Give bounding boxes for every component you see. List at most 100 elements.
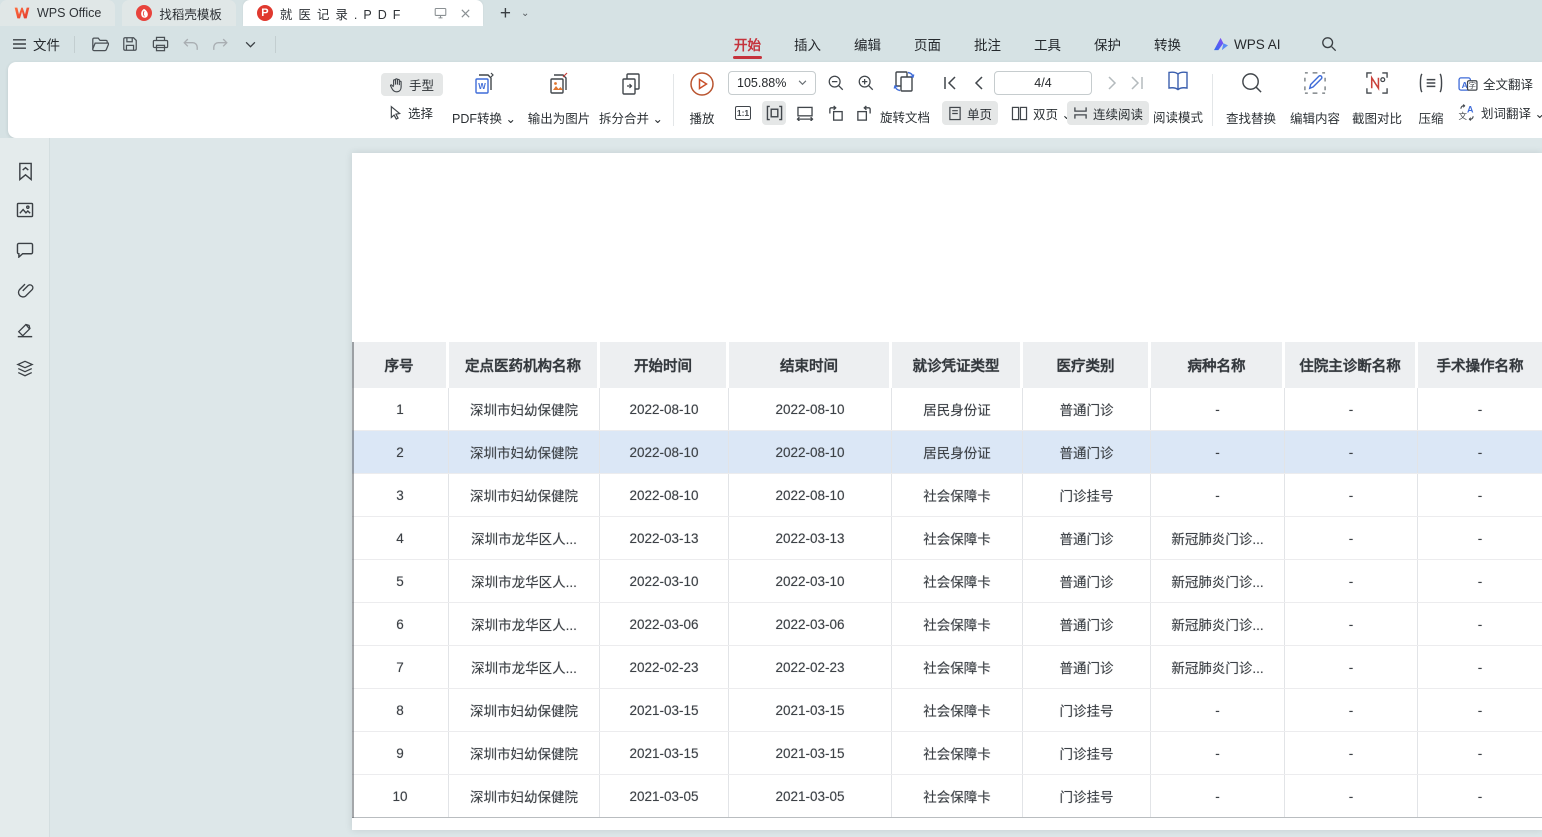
menu-edit[interactable]: 编辑 <box>853 27 882 61</box>
pdf-convert-button[interactable]: W PDF转换 ⌄ <box>446 69 522 131</box>
comment-panel-icon[interactable] <box>13 238 37 262</box>
edit-content-icon <box>1303 71 1327 95</box>
zoom-out-icon[interactable] <box>824 71 848 95</box>
zoom-in-icon[interactable] <box>854 71 878 95</box>
last-page-icon[interactable] <box>1125 71 1149 95</box>
signature-pen-icon[interactable] <box>13 317 37 341</box>
compress-button[interactable]: 压缩 <box>1408 69 1454 131</box>
hand-tool-button[interactable]: 手型 <box>381 73 443 96</box>
table-cell: - <box>1151 775 1285 817</box>
table-cell: 社会保障卡 <box>892 560 1023 602</box>
next-page-icon[interactable] <box>1100 71 1124 95</box>
table-cell: 2022-08-10 <box>600 474 729 516</box>
table-cell: 8 <box>352 689 449 731</box>
table-cell: 深圳市妇幼保健院 <box>449 775 600 817</box>
fit-height-icon[interactable] <box>762 101 786 125</box>
tab-list-chevron-icon[interactable]: ⌄ <box>521 8 529 19</box>
tab-label: 找稻壳模板 <box>159 4 222 23</box>
thumbnail-icon[interactable] <box>13 198 37 222</box>
divider <box>74 36 75 53</box>
menu-search-icon[interactable] <box>1318 33 1340 55</box>
menu-home[interactable]: 开始 <box>733 27 762 61</box>
table-cell: 2021-03-15 <box>729 689 892 731</box>
export-image-button[interactable]: 输出为图片 <box>526 69 592 131</box>
side-panel-strip <box>0 138 50 837</box>
table-header-cell: 病种名称 <box>1151 342 1285 388</box>
table-row: 1深圳市妇幼保健院2022-08-102022-08-10居民身份证普通门诊--… <box>352 388 1542 431</box>
continuous-read-button[interactable]: 连续阅读 <box>1067 101 1149 125</box>
split-merge-button[interactable]: 拆分合并 ⌄ <box>596 69 666 131</box>
menu-tools[interactable]: 工具 <box>1033 27 1062 61</box>
table-row: 9深圳市妇幼保健院2021-03-152021-03-15社会保障卡门诊挂号--… <box>352 732 1542 775</box>
actual-size-button[interactable]: 1:1 <box>731 101 755 125</box>
rotate-left-icon[interactable] <box>824 101 848 125</box>
tab-monitor-icon[interactable] <box>432 4 450 22</box>
tab-close-icon[interactable] <box>457 4 475 22</box>
svg-text:A: A <box>1462 79 1468 89</box>
table-cell: 新冠肺炎门诊... <box>1151 603 1285 645</box>
table-cell: 4 <box>352 517 449 559</box>
split-merge-icon <box>619 71 643 97</box>
table-cell: 2022-03-10 <box>729 560 892 602</box>
first-page-icon[interactable] <box>938 71 962 95</box>
rotate-right-icon[interactable] <box>852 101 876 125</box>
table-cell: 社会保障卡 <box>892 775 1023 817</box>
file-menu-button[interactable]: 文件 <box>12 34 60 54</box>
tab-wps-home[interactable]: WPS Office <box>0 0 115 26</box>
redo-icon[interactable] <box>209 33 231 55</box>
tab-document-active[interactable]: P 就医记录.PDF <box>243 0 483 26</box>
quickbar-more-chevron-icon[interactable] <box>239 33 261 55</box>
table-cell: 2022-03-06 <box>729 603 892 645</box>
undo-icon[interactable] <box>179 33 201 55</box>
export-image-icon <box>547 71 571 97</box>
save-icon[interactable] <box>119 33 141 55</box>
document-tab-title: 就医记录.PDF <box>280 4 425 23</box>
page-number-input[interactable]: 4/4 <box>994 71 1092 95</box>
menu-wps-ai[interactable]: WPS AI <box>1213 37 1281 52</box>
single-page-button[interactable]: 单页 <box>942 101 998 125</box>
prev-page-icon[interactable] <box>966 71 990 95</box>
table-cell: 新冠肺炎门诊... <box>1151 517 1285 559</box>
table-row: 10深圳市妇幼保健院2021-03-052021-03-05社会保障卡门诊挂号-… <box>352 775 1542 818</box>
tab-docer-templates[interactable]: 找稻壳模板 <box>122 0 236 26</box>
table-header-cell: 医疗类别 <box>1023 342 1151 388</box>
read-mode-label[interactable]: 阅读模式 <box>1153 107 1203 126</box>
table-cell: 新冠肺炎门诊... <box>1151 646 1285 688</box>
table-cell: 2022-03-13 <box>729 517 892 559</box>
new-tab-button[interactable]: + <box>500 4 511 23</box>
bookmark-icon[interactable] <box>13 159 37 183</box>
translate-group: A 字 全文翻译 A 文 划词翻译 ⌄ <box>1458 62 1542 138</box>
hamburger-icon <box>12 38 27 50</box>
table-cell: - <box>1418 732 1542 774</box>
rotate-doc-label[interactable]: 旋转文档 <box>880 107 930 126</box>
table-row: 7深圳市龙华区人...2022-02-232022-02-23社会保障卡普通门诊… <box>352 646 1542 689</box>
table-cell: 6 <box>352 603 449 645</box>
edit-content-button[interactable]: 编辑内容 <box>1284 69 1346 131</box>
one-to-one-icon: 1:1 <box>735 106 751 120</box>
table-cell: - <box>1418 646 1542 688</box>
open-file-icon[interactable] <box>89 33 111 55</box>
table-header-cell: 开始时间 <box>600 342 729 388</box>
table-cell: 居民身份证 <box>892 431 1023 473</box>
zoom-level-dropdown[interactable]: 105.88% <box>728 71 816 95</box>
layers-icon[interactable] <box>13 357 37 381</box>
select-tool-button[interactable]: 选择 <box>381 101 443 124</box>
play-button[interactable]: 播放 <box>678 69 726 131</box>
menu-convert[interactable]: 转换 <box>1153 27 1182 61</box>
find-replace-button[interactable]: 查找替换 <box>1220 69 1282 131</box>
screenshot-compare-button[interactable]: 截图对比 <box>1346 69 1408 131</box>
menu-page[interactable]: 页面 <box>913 27 942 61</box>
pdf-convert-icon: W <box>472 71 496 97</box>
print-icon[interactable] <box>149 33 171 55</box>
table-cell: - <box>1285 775 1418 817</box>
word-translate-button[interactable]: A 文 划词翻译 ⌄ <box>1458 101 1542 124</box>
docer-icon <box>136 5 152 21</box>
menu-insert[interactable]: 插入 <box>793 27 822 61</box>
full-translate-button[interactable]: A 字 全文翻译 <box>1458 72 1542 95</box>
menu-protect[interactable]: 保护 <box>1093 27 1122 61</box>
attachment-icon[interactable] <box>13 278 37 302</box>
table-cell: 2022-08-10 <box>729 431 892 473</box>
menu-comment[interactable]: 批注 <box>973 27 1002 61</box>
fit-width-icon[interactable] <box>793 101 817 125</box>
hand-icon <box>388 77 404 93</box>
